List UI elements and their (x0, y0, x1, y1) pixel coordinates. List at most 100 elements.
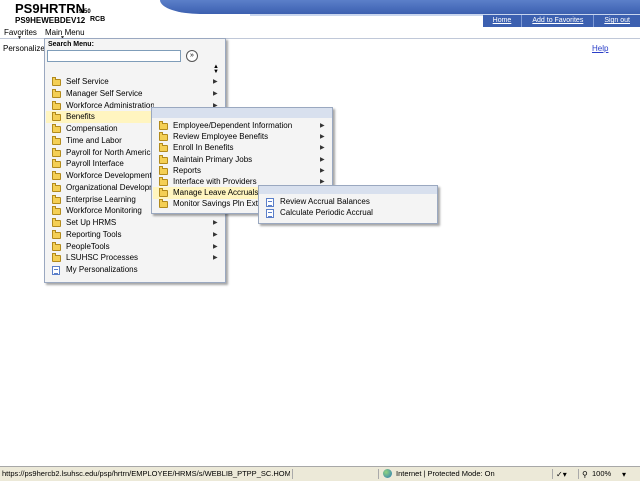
submenu-arrow-icon: ▶ (213, 243, 218, 250)
main-menu-item-self-service[interactable]: Self Service ▶ (46, 76, 223, 88)
submenu-arrow-icon: ▶ (320, 123, 325, 129)
zoom-level[interactable]: 100% (592, 467, 611, 480)
menu-item-label: Time and Labor (66, 135, 122, 145)
menu-item-label: Employee/Dependent Information (173, 121, 293, 130)
benefits-item-employee-dependent-information[interactable]: Employee/Dependent Information ▶ (153, 120, 330, 132)
folder-icon (52, 206, 61, 216)
page-icon (266, 209, 274, 218)
menu-item-label: Benefits (66, 112, 95, 122)
search-menu-input[interactable] (47, 50, 181, 62)
folder-icon (159, 199, 168, 209)
internet-zone-icon (383, 469, 392, 478)
submenu-header-bar (152, 108, 332, 118)
menu-item-label: Enroll In Benefits (173, 143, 234, 153)
submenu-header-bar (259, 186, 437, 194)
folder-icon (52, 88, 61, 98)
main-menu-item-set-up-hrms[interactable]: Set Up HRMS ▶ (46, 217, 223, 229)
menu-item-label: Workforce Administration (66, 100, 154, 110)
database-version: 9.50 (79, 9, 91, 15)
main-menu-item-manager-self-service[interactable]: Manager Self Service ▶ (46, 88, 223, 100)
folder-icon (159, 143, 168, 153)
folder-icon (159, 165, 168, 175)
header-links: Home Add to Favorites Sign out (482, 15, 640, 27)
benefits-item-maintain-primary-jobs[interactable]: Maintain Primary Jobs ▶ (153, 154, 330, 166)
status-url: https://ps9hercb2.lsuhsc.edu/psp/hrtrn/E… (2, 469, 290, 478)
menu-item-label: Set Up HRMS (66, 218, 117, 227)
zoom-dropdown-icon[interactable]: ▾ (622, 468, 626, 481)
sign-out-link[interactable]: Sign out (593, 15, 640, 27)
security-zone: Internet | Protected Mode: On (396, 469, 495, 478)
zoom-icon: ⚲ (582, 470, 588, 479)
folder-icon (52, 229, 61, 239)
submenu-arrow-icon: ▶ (320, 134, 325, 141)
benefits-item-enroll-in-benefits[interactable]: Enroll In Benefits ▶ (153, 142, 330, 154)
benefits-item-review-employee-benefits[interactable]: Review Employee Benefits ▶ (153, 131, 330, 143)
menu-item-label: Organizational Development (66, 182, 154, 192)
status-divider (292, 469, 293, 479)
folder-icon (159, 177, 168, 186)
database-name: PS9HRTRN (15, 1, 86, 16)
menu-item-label: Review Employee Benefits (173, 132, 269, 142)
go-arrow-icon[interactable]: » (186, 50, 198, 62)
folder-icon (52, 124, 61, 133)
browser-status-bar: https://ps9hercb2.lsuhsc.edu/psp/hrtrn/E… (0, 466, 640, 481)
submenu-arrow-icon: ▶ (320, 145, 325, 152)
main-menu-item-my-personalizations[interactable]: My Personalizations (46, 264, 223, 276)
folder-icon (52, 218, 61, 227)
submenu-arrow-icon: ▶ (213, 255, 218, 262)
folder-icon (52, 147, 61, 157)
protected-mode-icon[interactable]: ✓▾ (556, 468, 567, 481)
menu-item-label: Calculate Periodic Accrual (280, 208, 373, 217)
home-link[interactable]: Home (483, 15, 522, 27)
leave-accruals-submenu-panel: Review Accrual Balances Calculate Periodi… (258, 185, 438, 224)
menu-item-label: Enterprise Learning (66, 194, 136, 204)
menu-item-label: Maintain Primary Jobs (173, 154, 253, 164)
favorites-dropdown-icon: ▼ (17, 35, 22, 41)
submenu-arrow-icon: ▶ (213, 79, 218, 85)
server-name: PS9HEWEBDEV12 (15, 16, 86, 25)
menu-item-label: Payroll for North America (66, 147, 154, 157)
folder-icon (52, 135, 61, 145)
folder-icon (52, 77, 61, 86)
menu-item-label: My Personalizations (66, 265, 138, 274)
status-divider (578, 469, 579, 479)
menu-item-label: Workforce Monitoring (66, 206, 142, 216)
personalize-link[interactable]: Personalize (3, 44, 45, 53)
help-link[interactable]: Help (592, 44, 608, 53)
header-banner: PS9HRTRN 9.50 PS9HEWEBDEV12 RCB Home Add… (0, 0, 640, 27)
accrual-item-calculate-periodic-accrual[interactable]: Calculate Periodic Accrual (260, 207, 435, 219)
status-divider (378, 469, 379, 479)
folder-icon (159, 188, 168, 198)
menu-item-label: Compensation (66, 124, 118, 133)
menu-item-label: LSUHSC Processes (66, 253, 139, 263)
header-swoosh (160, 0, 640, 14)
search-menu-label: Search Menu: (48, 41, 94, 48)
folder-icon (52, 112, 61, 122)
menu-item-label: Manager Self Service (66, 88, 143, 98)
folder-icon (52, 253, 61, 263)
main-menu-item-peopletools[interactable]: PeopleTools ▶ (46, 241, 223, 253)
menu-item-label: PeopleTools (66, 241, 110, 251)
folder-icon (52, 100, 61, 110)
page-icon (266, 198, 274, 207)
folder-icon (159, 121, 168, 130)
menu-item-label: Workforce Development (66, 171, 152, 180)
folder-icon (159, 132, 168, 142)
benefits-item-reports[interactable]: Reports ▶ (153, 165, 330, 177)
folder-icon (52, 182, 61, 192)
submenu-arrow-icon: ▶ (320, 167, 325, 174)
main-menu-item-lsuhsc-processes[interactable]: LSUHSC Processes ▶ (46, 252, 223, 264)
page-icon (52, 266, 60, 275)
sort-icon[interactable]: ▲ ▼ (213, 64, 219, 75)
submenu-arrow-icon: ▶ (320, 156, 325, 163)
submenu-arrow-icon: ▶ (213, 90, 218, 97)
folder-icon (52, 241, 61, 251)
main-menu-item-reporting-tools[interactable]: Reporting Tools ▶ (46, 229, 223, 241)
folder-icon (159, 154, 168, 164)
menu-item-label: Payroll Interface (66, 159, 124, 169)
add-to-favorites-link[interactable]: Add to Favorites (521, 15, 593, 27)
user-id: RCB (90, 16, 106, 23)
folder-icon (52, 194, 61, 204)
folder-icon (52, 159, 61, 169)
status-divider (552, 469, 553, 479)
